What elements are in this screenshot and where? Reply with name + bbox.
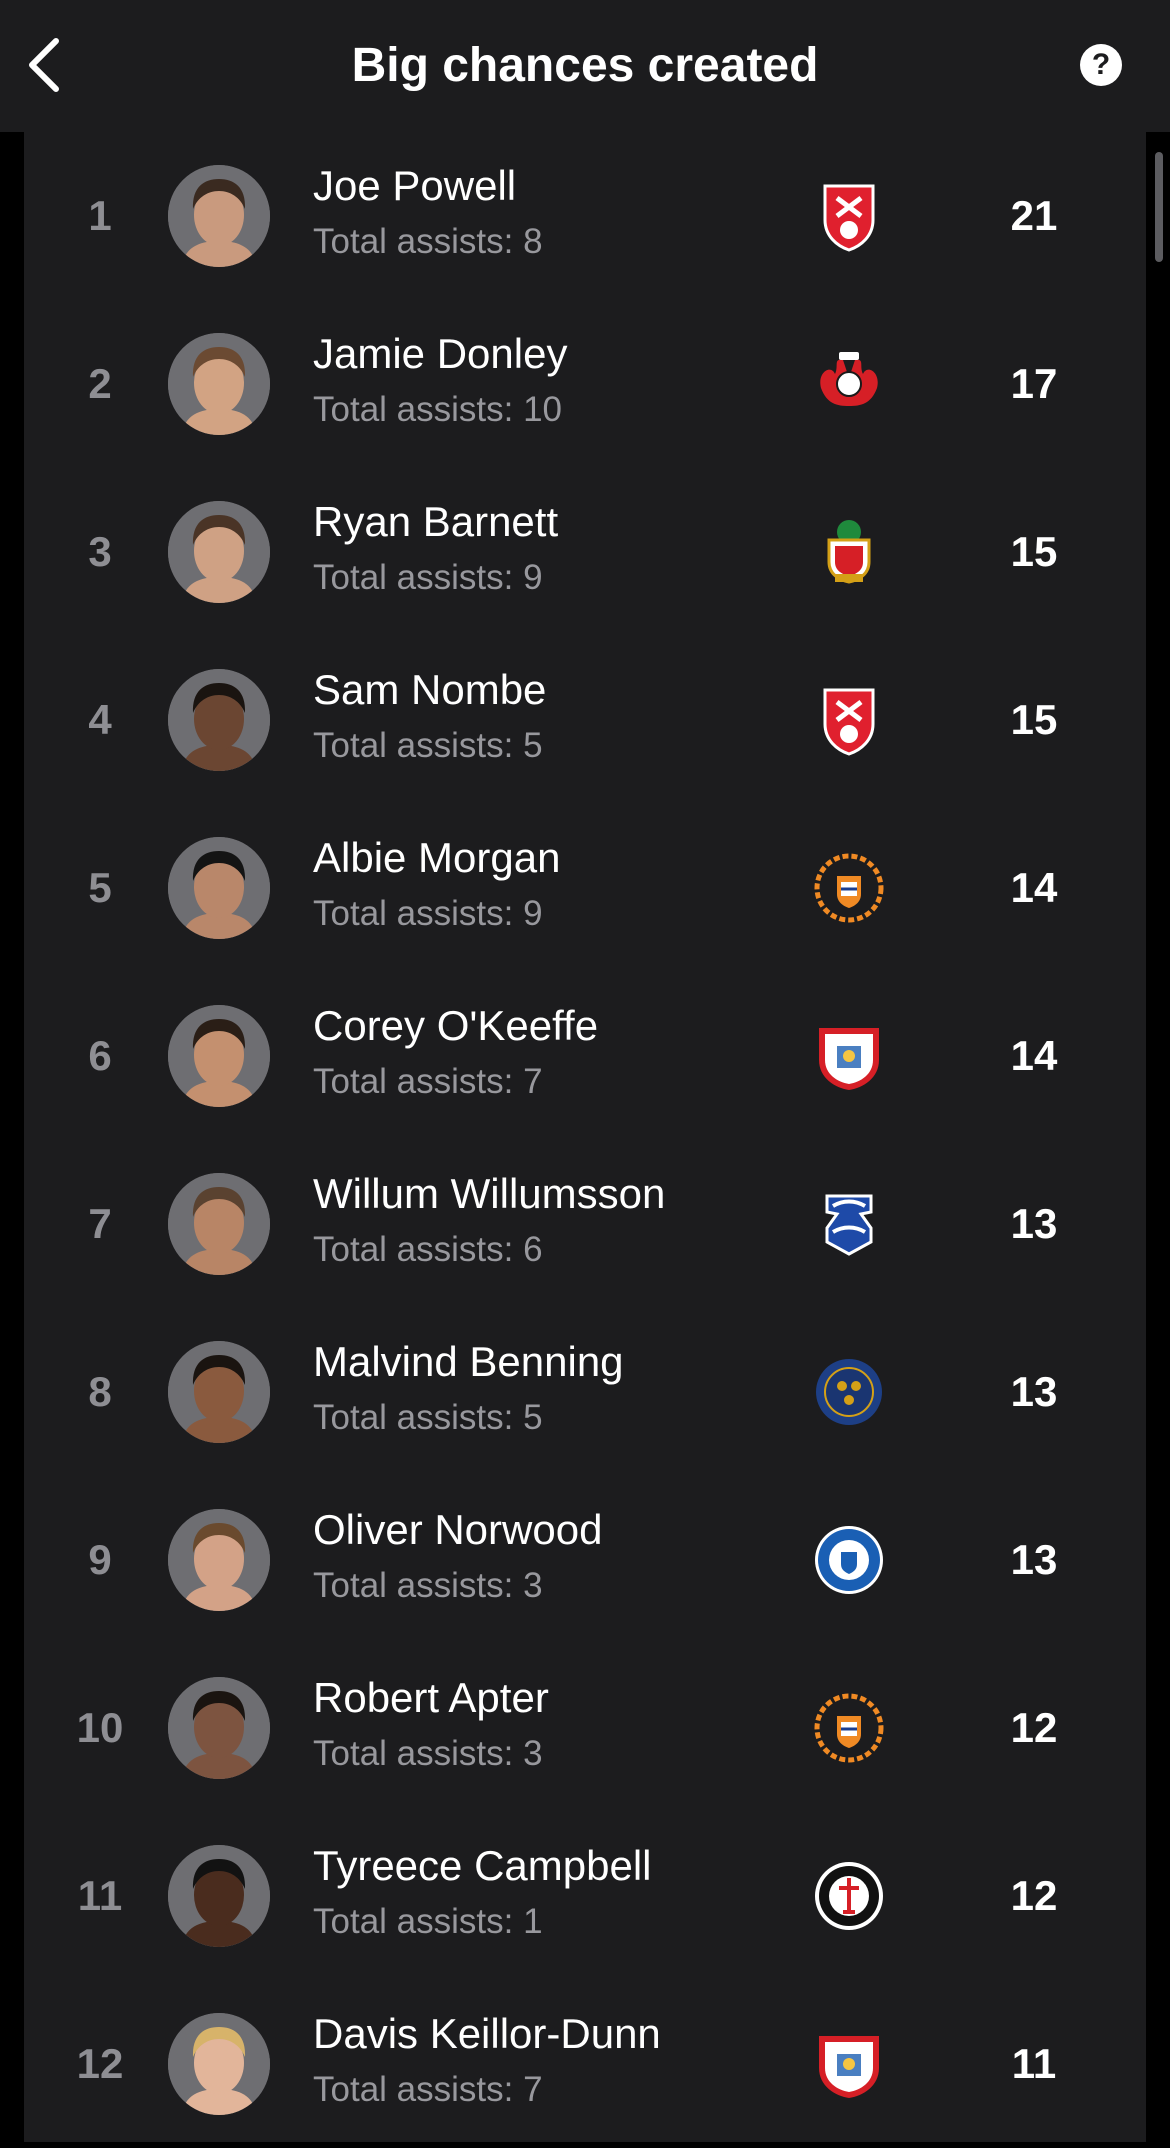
player-name: Tyreece Campbell (313, 1842, 652, 1889)
player-row[interactable]: 10 Robert Apter Total assists: 3 12 (24, 1644, 1146, 1812)
big-chances-value: 11 (1011, 2040, 1057, 2087)
barnsley-crest-icon (813, 2028, 885, 2100)
player-row[interactable]: 1 Joe Powell Total assists: 8 21 (24, 132, 1146, 300)
rank-number: 1 (88, 192, 112, 239)
big-chances-value: 21 (1010, 192, 1058, 239)
big-chances-value: 13 (1010, 1200, 1058, 1247)
total-assists-label: Total assists: 8 (313, 222, 543, 261)
player-avatar (168, 501, 270, 603)
big-chances-value: 12 (1010, 1872, 1058, 1919)
rank-number: 5 (88, 864, 112, 911)
leyton-orient-crest-icon (813, 348, 885, 420)
total-assists-label: Total assists: 9 (313, 894, 543, 933)
player-row[interactable]: 6 Corey O'Keeffe Total assists: 7 14 (24, 972, 1146, 1140)
player-avatar (168, 333, 270, 435)
total-assists-label: Total assists: 1 (313, 1902, 543, 1941)
player-row[interactable]: 2 Jamie Donley Total assists: 10 17 (24, 300, 1146, 468)
player-row[interactable]: 4 Sam Nombe Total assists: 5 15 (24, 636, 1146, 804)
player-name: Sam Nombe (313, 666, 547, 713)
player-name: Robert Apter (313, 1674, 549, 1721)
total-assists-label: Total assists: 6 (313, 1230, 543, 1269)
total-assists-label: Total assists: 9 (313, 558, 543, 597)
player-avatar (168, 1845, 270, 1947)
player-avatar (168, 1005, 270, 1107)
player-name: Davis Keillor-Dunn (313, 2010, 661, 2057)
page-title: Big chances created (351, 39, 819, 92)
big-chances-value: 12 (1010, 1704, 1058, 1751)
help-button[interactable]: ? (1080, 44, 1122, 86)
player-name: Willum Willumsson (313, 1170, 666, 1217)
rotherham-crest-icon (813, 684, 885, 756)
player-row[interactable]: 3 Ryan Barnett Total assists: 9 15 (24, 468, 1146, 636)
top-app-bar: Big chances created ? (0, 0, 1170, 132)
rank-number: 7 (88, 1200, 112, 1247)
player-avatar (168, 1341, 270, 1443)
total-assists-label: Total assists: 7 (313, 2070, 543, 2109)
big-chances-value: 13 (1010, 1536, 1058, 1583)
rank-number: 10 (76, 1704, 124, 1751)
player-avatar (168, 1509, 270, 1611)
total-assists-label: Total assists: 5 (313, 726, 543, 765)
player-row[interactable]: 8 Malvind Benning Total assists: 5 13 (24, 1308, 1146, 1476)
total-assists-label: Total assists: 3 (313, 1734, 543, 1773)
rank-number: 8 (88, 1368, 112, 1415)
total-assists-label: Total assists: 10 (313, 390, 562, 429)
player-avatar (168, 165, 270, 267)
total-assists-label: Total assists: 3 (313, 1566, 543, 1605)
big-chances-value: 13 (1010, 1368, 1058, 1415)
shrewsbury-crest-icon (813, 1356, 885, 1428)
rotherham-crest-icon (813, 180, 885, 252)
wrexham-crest-icon (813, 516, 885, 588)
rank-number: 2 (88, 360, 112, 407)
player-name: Jamie Donley (313, 330, 568, 377)
big-chances-value: 15 (1010, 528, 1058, 575)
player-avatar (168, 2013, 270, 2115)
player-row[interactable]: 11 Tyreece Campbell Total assists: 1 12 (24, 1812, 1146, 1980)
rank-number: 6 (88, 1032, 112, 1079)
player-name: Malvind Benning (313, 1338, 624, 1385)
player-avatar (168, 1677, 270, 1779)
rank-number: 9 (88, 1536, 112, 1583)
question-circle-icon: ? (1091, 48, 1111, 81)
big-chances-value: 17 (1010, 360, 1058, 407)
stockport-crest-icon (813, 1524, 885, 1596)
player-avatar (168, 837, 270, 939)
rank-number: 4 (88, 696, 112, 743)
big-chances-value: 15 (1010, 696, 1058, 743)
scrollbar[interactable] (1155, 152, 1163, 262)
big-chances-value: 14 (1010, 864, 1058, 911)
barnsley-crest-icon (813, 1020, 885, 1092)
player-avatar (168, 1173, 270, 1275)
player-name: Albie Morgan (313, 834, 561, 881)
total-assists-label: Total assists: 5 (313, 1398, 543, 1437)
chevron-left-icon (29, 38, 59, 92)
player-row[interactable]: 5 Albie Morgan Total assists: 9 14 (24, 804, 1146, 972)
player-row[interactable]: 12 Davis Keillor-Dunn Total assists: 7 11 (24, 1980, 1146, 2148)
player-avatar (168, 669, 270, 771)
blackpool-crest-icon (813, 1692, 885, 1764)
player-row[interactable]: 9 Oliver Norwood Total assists: 3 13 (24, 1476, 1146, 1644)
rank-number: 12 (76, 2040, 124, 2087)
player-name: Oliver Norwood (313, 1506, 603, 1553)
player-name: Joe Powell (313, 162, 517, 209)
player-name: Ryan Barnett (313, 498, 559, 545)
player-row[interactable]: 7 Willum Willumsson Total assists: 6 13 (24, 1140, 1146, 1308)
charlton-crest-icon (813, 1860, 885, 1932)
back-button[interactable] (14, 30, 74, 100)
rank-number: 3 (88, 528, 112, 575)
big-chances-value: 14 (1010, 1032, 1058, 1079)
rank-number: 11 (77, 1872, 123, 1919)
total-assists-label: Total assists: 7 (313, 1062, 543, 1101)
player-name: Corey O'Keeffe (313, 1002, 599, 1049)
blackpool-crest-icon (813, 852, 885, 924)
birmingham-crest-icon (813, 1188, 885, 1260)
